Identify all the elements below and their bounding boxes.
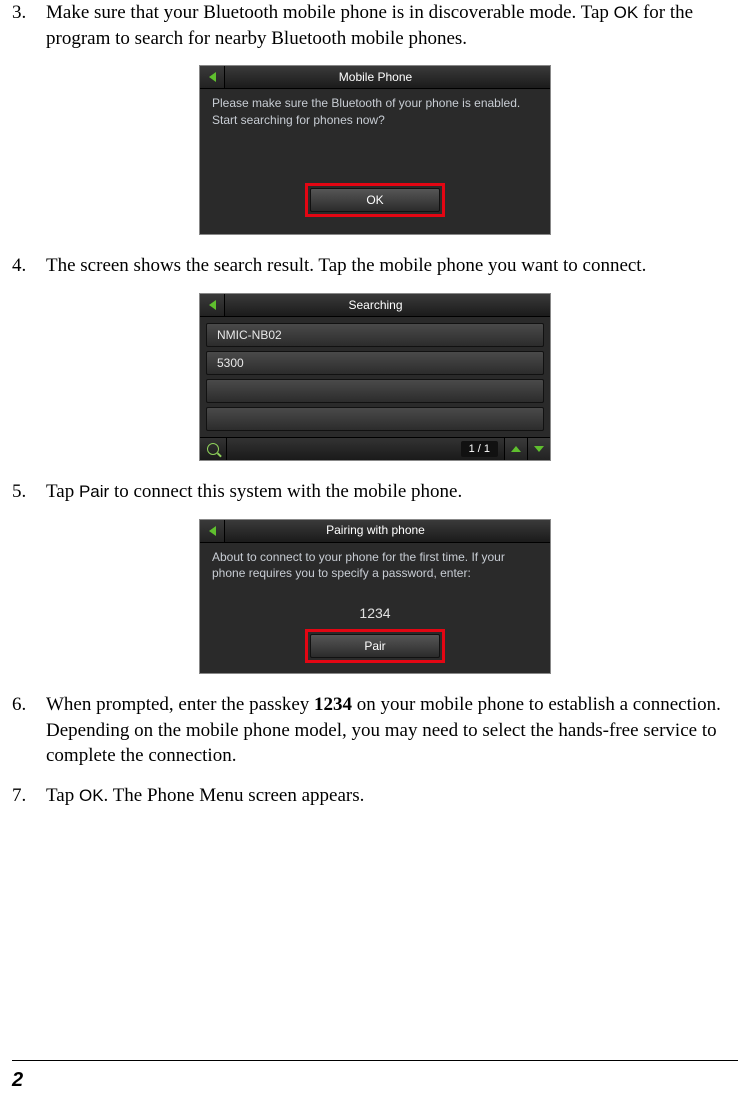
- list-item[interactable]: 5300: [206, 351, 544, 375]
- page-number: 2: [0, 1065, 750, 1102]
- step-text: Tap OK. The Phone Menu screen appears.: [46, 783, 738, 809]
- step-number: 6.: [12, 692, 46, 769]
- dialog-header: Mobile Phone: [200, 66, 550, 89]
- screenshot-searching: Searching NMIC-NB02 5300 1 / 1: [199, 293, 551, 461]
- screenshot-pairing: Pairing with phone About to connect to y…: [199, 519, 551, 674]
- back-button[interactable]: [200, 294, 225, 316]
- step-number: 3.: [12, 0, 46, 51]
- list-item[interactable]: [206, 379, 544, 403]
- dialog-title: Mobile Phone: [225, 69, 526, 85]
- list-item[interactable]: NMIC-NB02: [206, 323, 544, 347]
- back-button[interactable]: [200, 520, 225, 542]
- page-indicator: 1 / 1: [461, 441, 498, 458]
- list-item[interactable]: [206, 407, 544, 431]
- step-text: The screen shows the search result. Tap …: [46, 253, 738, 279]
- dialog-title: Searching: [225, 297, 526, 313]
- back-icon: [209, 526, 216, 536]
- page-down-button[interactable]: [527, 438, 550, 460]
- ok-label: OK: [614, 3, 639, 22]
- passkey-display: 1234: [210, 604, 540, 623]
- back-button[interactable]: [200, 66, 225, 88]
- dialog-title: Pairing with phone: [225, 522, 526, 538]
- step-number: 4.: [12, 253, 46, 279]
- step-text: When prompted, enter the passkey 1234 on…: [46, 692, 738, 769]
- pair-label: Pair: [79, 482, 109, 501]
- step-number: 7.: [12, 783, 46, 809]
- highlight-box: OK: [305, 183, 445, 217]
- search-button[interactable]: [200, 438, 227, 460]
- step-text: Tap Pair to connect this system with the…: [46, 479, 738, 505]
- ok-button[interactable]: OK: [310, 188, 440, 212]
- page-up-button[interactable]: [504, 438, 527, 460]
- highlight-box: Pair: [305, 629, 445, 663]
- passkey-value: 1234: [314, 694, 352, 715]
- step-6: 6. When prompted, enter the passkey 1234…: [12, 692, 738, 769]
- back-icon: [209, 72, 216, 82]
- dialog-header: Pairing with phone: [200, 520, 550, 543]
- dialog-message: Please make sure the Bluetooth of your p…: [210, 95, 540, 133]
- step-5: 5. Tap Pair to connect this system with …: [12, 479, 738, 505]
- back-icon: [209, 300, 216, 310]
- ok-label: OK: [79, 786, 104, 805]
- chevron-up-icon: [511, 446, 521, 452]
- dialog-message: About to connect to your phone for the f…: [210, 549, 540, 587]
- search-icon: [207, 443, 219, 455]
- screenshot-mobile-phone: Mobile Phone Please make sure the Blueto…: [199, 65, 551, 235]
- chevron-down-icon: [534, 446, 544, 452]
- dialog-header: Searching: [200, 294, 550, 317]
- step-number: 5.: [12, 479, 46, 505]
- step-3: 3. Make sure that your Bluetooth mobile …: [12, 0, 738, 51]
- pair-button[interactable]: Pair: [310, 634, 440, 658]
- step-7: 7. Tap OK. The Phone Menu screen appears…: [12, 783, 738, 809]
- step-text: Make sure that your Bluetooth mobile pho…: [46, 0, 738, 51]
- dialog-footer: 1 / 1: [200, 437, 550, 460]
- step-4: 4. The screen shows the search result. T…: [12, 253, 738, 279]
